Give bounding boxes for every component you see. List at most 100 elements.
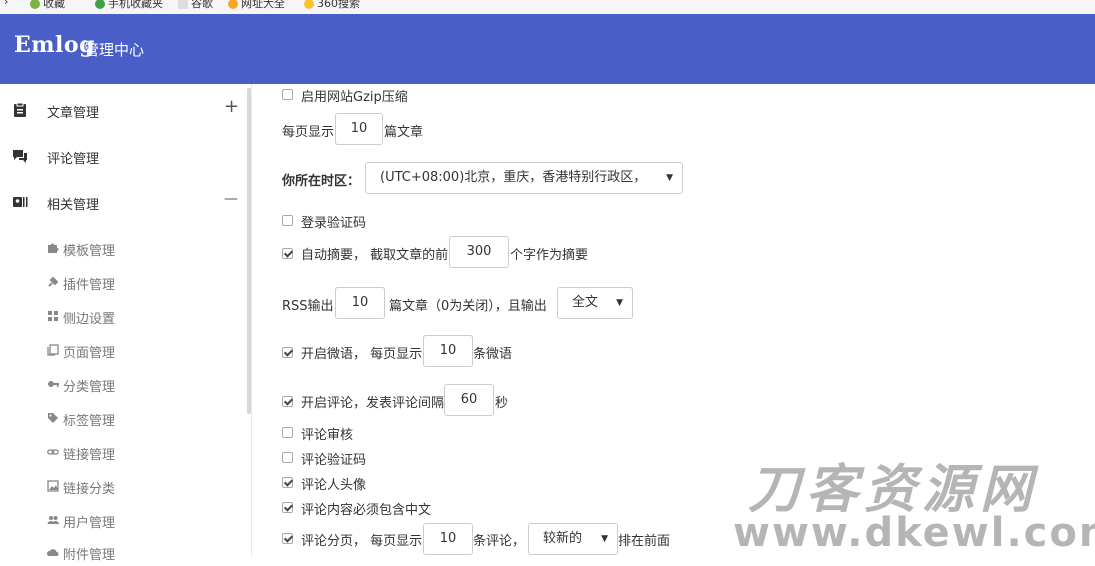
plug-icon [48, 276, 59, 287]
twitter-checkbox[interactable] [282, 347, 293, 358]
bookmark-label: 360搜索 [317, 0, 360, 10]
comment-review-label: 评论审核 [301, 428, 354, 443]
sidebar-item-articles[interactable]: 文章管理 + [0, 96, 250, 126]
setting-twitter: 开启微语， 每页显示 10 条微语 [252, 335, 752, 369]
comment-chinese-checkbox[interactable] [282, 502, 293, 513]
comment-captcha-checkbox[interactable] [282, 452, 293, 463]
setting-excerpt: 自动摘要， 截取文章的前 300 个字作为摘要 [252, 236, 752, 270]
bookmark-arrow-icon: › [4, 0, 9, 8]
puzzle-icon [48, 243, 59, 253]
bookmark-label: 收藏 [43, 0, 65, 10]
excerpt-label: 自动摘要， 截取文章的前 [301, 248, 449, 263]
gzip-checkbox[interactable] [282, 89, 293, 100]
comment-avatar-label: 评论人头像 [301, 478, 367, 493]
page-icon [178, 0, 188, 9]
image-icon [47, 480, 59, 492]
cloud-icon [47, 549, 59, 556]
setting-comment-review: 评论审核 [252, 424, 752, 450]
sidebar-item-comments[interactable]: 评论管理 [0, 142, 250, 172]
sidebar-item-tags[interactable]: 标签管理 [0, 406, 250, 432]
tag-icon [48, 413, 58, 423]
key-icon [48, 381, 59, 387]
per-page-prefix: 每页显示 [282, 125, 335, 140]
excerpt-checkbox[interactable] [282, 248, 293, 259]
bookmark-label: 谷歌 [191, 0, 213, 10]
id-card-icon [13, 197, 28, 207]
setting-comment: 开启评论，发表评论间隔 60 秒 [252, 384, 752, 418]
sidebar-item-label: 标签管理 [63, 414, 116, 429]
sidebar: 文章管理 + 评论管理 相关管理 — 模板管理 插件管理 侧边设置 页面管理 分… [0, 84, 250, 563]
bookmark-label: 手机收藏夹 [108, 0, 163, 10]
bookmark-favorites[interactable]: 收藏 [30, 0, 65, 11]
setting-rss: RSS输出 10 篇文章（0为关闭），且输出 全文 ▼ [252, 287, 752, 321]
comment-review-checkbox[interactable] [282, 427, 293, 438]
header-subtitle: 管理中心 [84, 41, 145, 59]
sidebar-item-plugins[interactable]: 插件管理 [0, 270, 250, 296]
comment-order-select[interactable]: 较新的 ▼ [528, 523, 618, 555]
dropdown-arrow-icon: ▼ [601, 534, 608, 544]
login-captcha-checkbox[interactable] [282, 215, 293, 226]
excerpt-length-input[interactable]: 300 [449, 236, 509, 268]
timezone-value: (UTC+08:00)北京，重庆，香港特别行政区， [380, 170, 647, 185]
setting-gzip: 启用网站Gzip压缩 [252, 86, 752, 112]
sidebar-item-label: 评论管理 [47, 152, 100, 167]
timezone-label: 你所在时区： [282, 174, 361, 189]
gzip-label: 启用网站Gzip压缩 [301, 90, 408, 105]
per-page-suffix: 篇文章 [384, 125, 424, 140]
search-icon [304, 0, 314, 9]
comment-paging-input[interactable]: 10 [423, 523, 473, 555]
sidebar-item-templates[interactable]: 模板管理 [0, 236, 250, 262]
bookmark-mobile[interactable]: 手机收藏夹 [95, 0, 163, 11]
rss-count-input[interactable]: 10 [335, 287, 385, 319]
setting-per-page: 每页显示 10 篇文章 [252, 113, 752, 147]
collapse-icon[interactable]: — [224, 191, 238, 207]
bookmark-360[interactable]: 360搜索 [304, 0, 360, 11]
sidebar-item-related[interactable]: 相关管理 — [0, 188, 250, 218]
sidebar-scrollbar[interactable] [247, 88, 251, 414]
comment-avatar-checkbox[interactable] [282, 477, 293, 488]
sidebar-item-label: 侧边设置 [63, 312, 116, 327]
excerpt-suffix: 个字作为摘要 [510, 248, 589, 263]
sidebar-item-pages[interactable]: 页面管理 [0, 338, 250, 364]
comment-order-value: 较新的 [543, 531, 583, 546]
comment-checkbox[interactable] [282, 396, 293, 407]
bookmark-bar: › 收藏 手机收藏夹 谷歌 网址大全 360搜索 [0, 0, 1095, 15]
logo[interactable]: Emlog [14, 32, 95, 58]
comment-paging-label: 评论分页， 每页显示 [301, 534, 423, 549]
comment-label: 开启评论，发表评论间隔 [301, 396, 445, 411]
setting-timezone: 你所在时区： (UTC+08:00)北京，重庆，香港特别行政区， ▼ [252, 162, 752, 196]
watermark-url: www.dkewl.com [733, 510, 1095, 556]
clipboard-icon [14, 102, 26, 117]
comment-chinese-label: 评论内容必须包含中文 [301, 503, 432, 518]
comment-interval-input[interactable]: 60 [444, 384, 494, 416]
comment-captcha-label: 评论验证码 [301, 453, 367, 468]
rss-middle: 篇文章（0为关闭），且输出 [389, 299, 547, 314]
sidebar-item-links[interactable]: 链接管理 [0, 440, 250, 466]
twitter-per-page-input[interactable]: 10 [423, 335, 473, 367]
phone-icon [95, 0, 105, 9]
sidebar-item-attachments[interactable]: 附件管理 [0, 540, 250, 566]
sidebar-item-label: 文章管理 [47, 106, 100, 121]
dropdown-arrow-icon: ▼ [666, 173, 673, 183]
sidebar-item-label: 附件管理 [63, 548, 116, 563]
sidebar-item-link-categories[interactable]: 链接分类 [0, 474, 250, 500]
bookmark-google[interactable]: 谷歌 [178, 0, 213, 11]
rss-output-select[interactable]: 全文 ▼ [557, 287, 633, 319]
comment-paging-middle: 条评论， [473, 534, 526, 549]
sidebar-item-widgets[interactable]: 侧边设置 [0, 304, 250, 330]
rss-prefix: RSS输出 [282, 299, 334, 314]
expand-icon[interactable]: + [224, 96, 239, 117]
sidebar-item-label: 页面管理 [63, 346, 116, 361]
sidebar-item-label: 插件管理 [63, 278, 116, 293]
link-icon [47, 449, 59, 455]
sidebar-item-users[interactable]: 用户管理 [0, 508, 250, 534]
timezone-select[interactable]: (UTC+08:00)北京，重庆，香港特别行政区， ▼ [365, 162, 683, 194]
sidebar-item-categories[interactable]: 分类管理 [0, 372, 250, 398]
top-header: Emlog 管理中心 [0, 14, 1095, 84]
bookmark-sites[interactable]: 网址大全 [228, 0, 285, 11]
twitter-label: 开启微语， 每页显示 [301, 347, 423, 362]
globe-icon [228, 0, 238, 9]
comment-paging-checkbox[interactable] [282, 533, 293, 544]
sidebar-item-label: 链接分类 [63, 482, 116, 497]
per-page-input[interactable]: 10 [335, 113, 383, 145]
